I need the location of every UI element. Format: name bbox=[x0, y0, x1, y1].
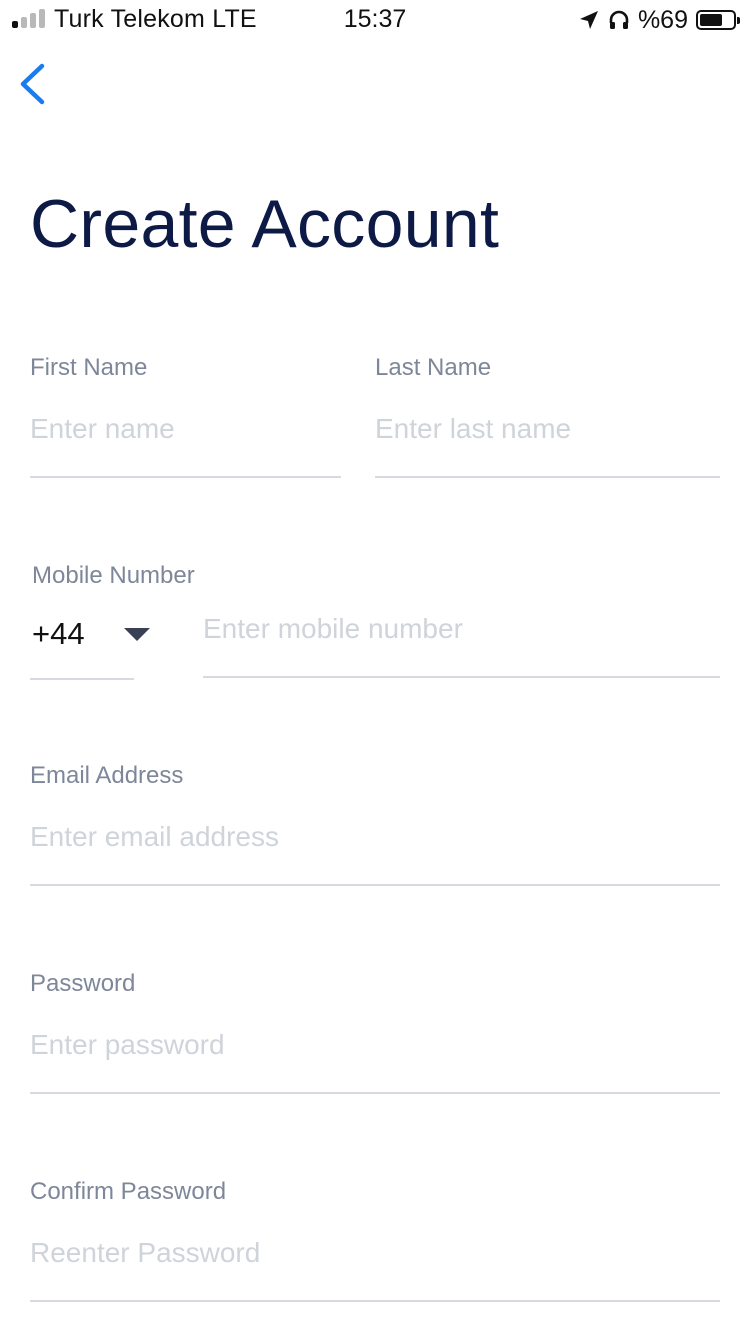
password-input[interactable] bbox=[30, 1025, 719, 1065]
first-name-underline bbox=[30, 476, 341, 478]
headphones-icon bbox=[608, 9, 630, 31]
page-title: Create Account bbox=[30, 186, 500, 262]
password-label: Password bbox=[30, 970, 136, 997]
email-underline bbox=[30, 884, 720, 886]
email-label: Email Address bbox=[30, 762, 184, 789]
email-input[interactable] bbox=[30, 817, 719, 857]
status-bar: Turk Telekom LTE 15:37 %69 bbox=[0, 0, 750, 40]
battery-icon bbox=[696, 10, 740, 30]
confirm-password-underline bbox=[30, 1300, 720, 1302]
back-button[interactable] bbox=[12, 58, 56, 110]
caret-down-icon bbox=[124, 628, 150, 641]
status-indicators: %69 bbox=[578, 5, 740, 35]
country-code-underline bbox=[30, 678, 134, 680]
first-name-input[interactable] bbox=[30, 409, 340, 449]
chevron-left-icon bbox=[20, 63, 45, 105]
confirm-password-label: Confirm Password bbox=[30, 1178, 227, 1205]
mobile-number-underline bbox=[203, 676, 720, 678]
password-underline bbox=[30, 1092, 720, 1094]
country-code-value: +44 bbox=[32, 616, 85, 651]
country-code-select[interactable]: +44 bbox=[30, 612, 150, 656]
battery-percent: %69 bbox=[637, 5, 688, 34]
mobile-number-label: Mobile Number bbox=[32, 562, 195, 589]
first-name-label: First Name bbox=[30, 354, 148, 381]
last-name-underline bbox=[375, 476, 720, 478]
mobile-number-input[interactable] bbox=[203, 609, 719, 649]
confirm-password-input[interactable] bbox=[30, 1233, 719, 1273]
last-name-label: Last Name bbox=[375, 354, 492, 381]
location-arrow-icon bbox=[578, 9, 600, 31]
last-name-input[interactable] bbox=[375, 409, 719, 449]
